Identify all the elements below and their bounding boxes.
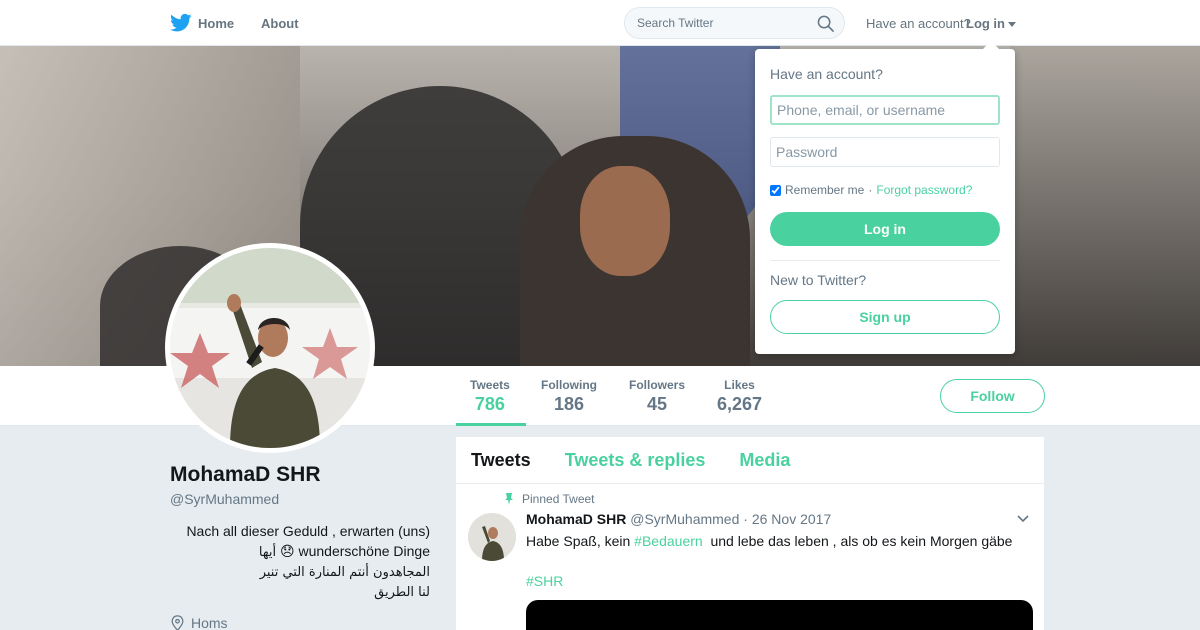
bio-line-1: Nach all dieser Geduld , erwarten (uns) [186,523,430,539]
profile-handle[interactable]: @SyrMuhammed [170,491,279,507]
search-input[interactable] [625,8,805,38]
top-nav: Home About Have an account? Log in [0,0,1200,46]
chevron-down-icon[interactable] [1017,515,1029,523]
banner-face [580,166,670,276]
stat-likes-label: Likes [724,378,755,392]
tweet-text-before: Habe Spaß, kein [526,533,635,549]
profile-bio: Nach all dieser Geduld , erwarten (uns) … [170,521,430,603]
dropdown-divider [770,260,1000,261]
forgot-password-link[interactable]: Forgot password? [876,183,972,197]
tweet-text-after: und lebe das leben , als ob es kein Morg… [702,533,1017,549]
tweet-avatar[interactable] [468,513,516,561]
bio-emoji: 😞 [279,543,295,559]
stat-tweets-value: 786 [474,394,505,414]
active-stat-underline [456,423,526,426]
stat-tweets[interactable]: Tweets 786 [470,378,510,415]
password-field[interactable] [770,137,1000,167]
dropdown-account-question: Have an account? [770,66,883,82]
location-pin-icon [171,615,184,630]
stat-tweets-label: Tweets [470,378,510,392]
stat-following[interactable]: Following 186 [541,378,597,415]
search-icon[interactable] [817,15,834,32]
remember-separator: · [868,183,873,197]
username-field[interactable] [770,95,1000,125]
bio-line-2-arabic: أيها [258,545,277,560]
profile-location: Homs [170,615,228,630]
bio-line-2: أيها 😞 wunderschöne Dinge [170,541,430,563]
twitter-bird-icon [170,13,192,32]
stat-followers[interactable]: Followers 45 [629,378,685,415]
tweet-hashtag-bedauern[interactable]: #Bedauern [634,533,703,549]
stat-followers-label: Followers [629,378,686,392]
tweet-separator: · [743,511,748,527]
stat-following-value: 186 [553,394,585,414]
tab-tweets[interactable]: Tweets [471,450,531,471]
search-box [624,7,845,39]
tweet-text: Habe Spaß, kein #Bedauern und lebe das l… [526,531,1031,591]
bio-line-4: لنا الطريق [374,585,430,600]
pin-icon [505,493,513,505]
stat-likes-value: 6,267 [717,394,763,414]
tweet-date[interactable]: 26 Nov 2017 [752,511,831,527]
stat-following-label: Following [541,378,597,392]
nav-home-label: Home [198,15,235,31]
timeline-tabs: Tweets Tweets & replies Media [456,437,1044,484]
tweet-hashtag-shr[interactable]: #SHR [526,573,563,589]
nav-about-link[interactable]: About [261,16,299,31]
banner-right [1010,46,1200,366]
tab-tweets-replies[interactable]: Tweets & replies [565,450,706,471]
tab-media[interactable]: Media [739,450,790,471]
signup-button[interactable]: Sign up [770,300,1000,334]
pinned-text: Pinned Tweet [522,492,595,506]
login-button[interactable]: Log in [770,212,1000,246]
profile-avatar[interactable] [165,243,375,453]
login-link-label: Log in [966,16,1005,31]
remember-me-label[interactable]: Remember me [785,183,864,197]
tweet-author-handle[interactable]: @SyrMuhammed [630,511,739,527]
pinned-tweet-label: Pinned Tweet [504,492,595,506]
tweet-author-name[interactable]: MohamaD SHR [526,511,626,527]
remember-me-checkbox[interactable] [770,184,781,196]
remember-row: Remember me · Forgot password? [770,183,972,197]
login-dropdown: Have an account? Remember me · Forgot pa… [755,41,1015,354]
bio-line-2-text: wunderschöne Dinge [298,543,430,559]
caret-down-icon [1008,21,1016,27]
nav-home-link[interactable]: Home [170,13,234,33]
location-label: Homs [191,615,228,630]
login-dropdown-toggle[interactable]: Log in [966,16,1016,31]
account-question: Have an account? [866,16,971,31]
new-to-twitter-label: New to Twitter? [770,272,867,288]
tweet-header: MohamaD SHR @SyrMuhammed · 26 Nov 2017 [526,511,831,527]
bio-line-3: المجاهدون أنتم المنارة التي تنير [259,565,430,580]
stat-likes[interactable]: Likes 6,267 [717,378,762,415]
follow-button[interactable]: Follow [940,379,1045,413]
avatar-image [170,248,370,448]
timeline: Tweets Tweets & replies Media Pinned Twe… [456,437,1044,630]
profile-name[interactable]: MohamaD SHR [170,463,321,487]
tweet-media[interactable] [526,600,1033,630]
stat-followers-value: 45 [646,394,668,414]
tweet-avatar-image [468,513,516,561]
